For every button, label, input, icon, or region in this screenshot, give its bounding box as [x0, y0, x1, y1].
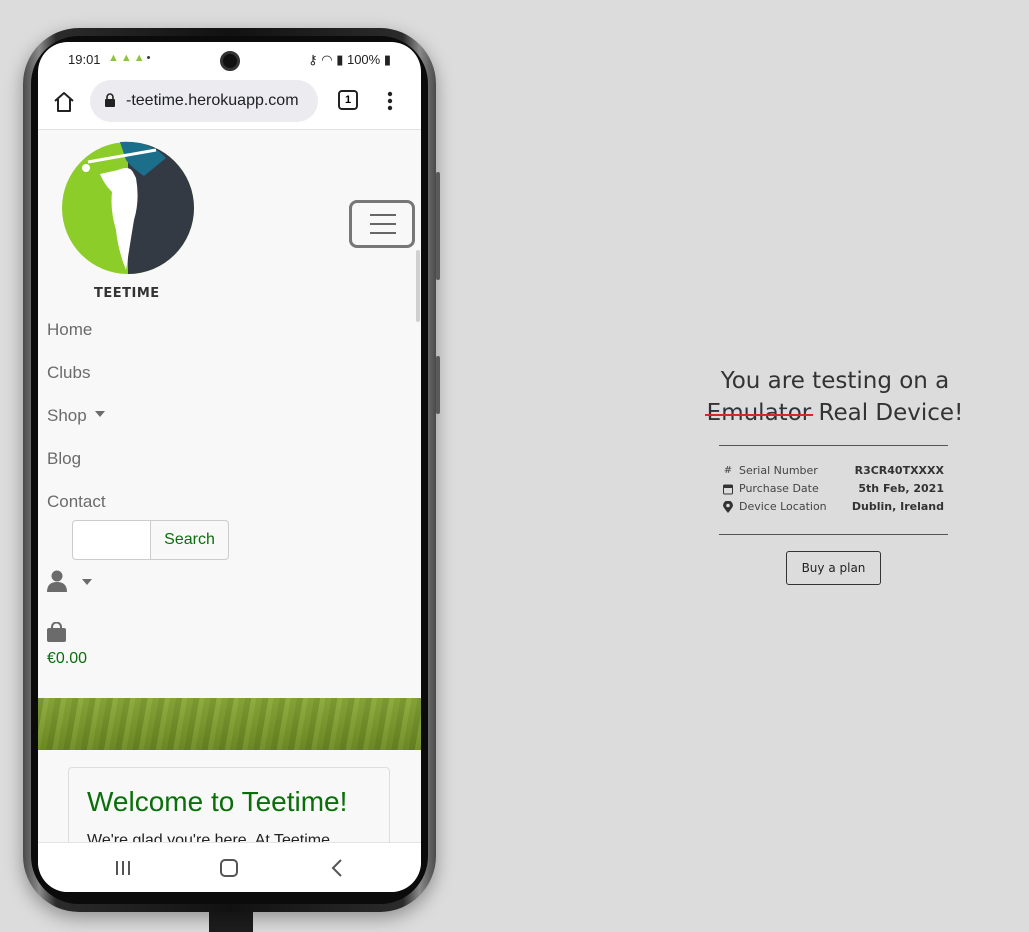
signal-icon: ▮: [336, 52, 344, 67]
front-camera: [220, 51, 240, 71]
site-nav: Home Clubs Shop Blog Contact: [47, 318, 106, 533]
home-nav-icon[interactable]: [220, 859, 238, 877]
purchase-date-row: Purchase Date 5th Feb, 2021: [723, 482, 944, 500]
serial-number-row: # Serial Number R3CR40TXXXX: [723, 464, 944, 482]
user-icon[interactable]: [47, 570, 67, 592]
welcome-card: Welcome to Teetime! We're glad you're he…: [68, 767, 390, 842]
logo-text: TEETIME: [94, 286, 160, 301]
wifi-icon: ◠: [321, 52, 333, 67]
info-heading: You are testing on a Emulator Real Devic…: [704, 365, 965, 429]
nav-shop-label: Shop: [47, 406, 87, 425]
device-location-row: Device Location Dublin, Ireland: [723, 500, 944, 518]
volume-button: [436, 172, 440, 280]
more-menu-icon[interactable]: [384, 90, 396, 112]
status-bar: 19:01 ▲▲▲• ⚷ ◠ ▮ 100% ▮: [38, 42, 421, 78]
divider-top: [719, 445, 948, 446]
navbar-toggler-button[interactable]: [349, 200, 415, 248]
scrollbar[interactable]: [416, 250, 420, 322]
purchase-date-value: 5th Feb, 2021: [858, 482, 944, 495]
nav-blog[interactable]: Blog: [47, 447, 106, 490]
back-icon[interactable]: [330, 859, 344, 877]
url-text: -teetime.herokuapp.com: [126, 92, 299, 109]
recent-apps-icon[interactable]: [115, 861, 131, 875]
serial-number-value: R3CR40TXXXX: [854, 464, 944, 477]
search-input[interactable]: [72, 520, 151, 560]
android-navigation-bar: [38, 842, 421, 892]
hash-icon: #: [723, 465, 733, 476]
location-pin-icon: [723, 501, 733, 513]
phone-screen: 19:01 ▲▲▲• ⚷ ◠ ▮ 100% ▮ -teetime.herokua…: [38, 42, 421, 892]
lock-icon: [105, 93, 115, 107]
android-notification-icons: ▲▲▲•: [108, 52, 153, 64]
device-location-label: Device Location: [739, 500, 827, 513]
struck-word: Emulator: [704, 397, 813, 429]
calendar-icon: [723, 484, 733, 495]
browser-toolbar: -teetime.herokuapp.com 1: [38, 78, 421, 130]
divider-bottom: [719, 534, 948, 535]
address-bar[interactable]: -teetime.herokuapp.com: [90, 80, 318, 122]
hamburger-icon: [370, 214, 396, 216]
hero-grass-image: [38, 698, 421, 750]
battery-percent: 100%: [346, 52, 381, 67]
nav-home[interactable]: Home: [47, 318, 106, 361]
heading-suffix: Real Device!: [818, 400, 964, 426]
purchase-date-label: Purchase Date: [739, 482, 819, 495]
key-icon: ⚷: [308, 52, 318, 67]
nav-clubs[interactable]: Clubs: [47, 361, 106, 404]
cart-total[interactable]: €0.00: [47, 650, 87, 668]
heading-line-1: You are testing on a: [720, 368, 950, 394]
device-info-panel: You are testing on a Emulator Real Devic…: [704, 365, 965, 585]
search-button[interactable]: Search: [150, 520, 229, 560]
chevron-down-icon: [94, 411, 105, 417]
welcome-body: We're glad you're here. At Teetime: [87, 832, 330, 842]
home-icon[interactable]: [52, 90, 76, 114]
welcome-title: Welcome to Teetime!: [87, 786, 348, 817]
device-location-value: Dublin, Ireland: [851, 500, 944, 513]
heading-line-2: Emulator Real Device!: [704, 397, 965, 429]
battery-icon: ▮: [383, 52, 391, 67]
account-chevron-down-icon[interactable]: [82, 579, 92, 585]
buy-plan-button[interactable]: Buy a plan: [786, 551, 881, 585]
power-button: [436, 356, 440, 414]
status-right: ⚷ ◠ ▮ 100% ▮: [308, 52, 391, 68]
web-content: TEETIME Home Clubs Shop Blog Contact Sea…: [38, 130, 421, 842]
shopping-bag-icon[interactable]: [47, 622, 66, 642]
tabs-button[interactable]: 1: [338, 90, 358, 110]
status-time: 19:01: [68, 52, 101, 67]
serial-number-label: Serial Number: [739, 464, 818, 477]
nav-shop[interactable]: Shop: [47, 404, 106, 447]
teetime-logo[interactable]: [60, 140, 196, 276]
